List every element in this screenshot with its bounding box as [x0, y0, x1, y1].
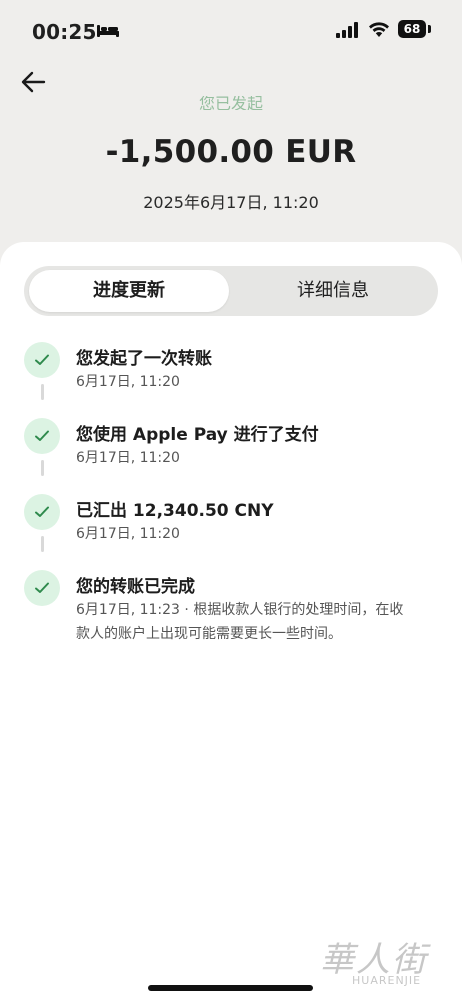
- transfer-datetime: 2025年6月17日, 11:20: [143, 193, 319, 212]
- transfer-amount: -1,500.00 EUR: [105, 134, 357, 170]
- battery-icon: [428, 25, 431, 33]
- check-icon: [24, 494, 60, 530]
- transfer-status-label: 您已发起: [198, 96, 263, 110]
- status-bar: 00:25 68: [0, 0, 462, 60]
- step-timestamp: 6月17日, 11:20: [76, 450, 180, 466]
- step-timestamp-note: 6月17日, 11:23 · 根据收款人银行的处理时间，在收款人的账户上出现可能…: [76, 602, 404, 642]
- check-icon: [24, 418, 60, 454]
- sleep-mode-icon: [97, 25, 119, 37]
- step-timestamp: 6月17日, 11:20: [76, 374, 180, 390]
- back-arrow-icon[interactable]: [18, 66, 50, 98]
- step-title: 已汇出 12,340.50 CNY: [76, 501, 274, 521]
- watermark-en: HUARENJIE: [352, 974, 422, 987]
- tab-progress-updates[interactable]: 进度更新: [29, 270, 229, 312]
- segmented-control: 进度更新 详细信息: [24, 266, 438, 316]
- check-icon: [24, 342, 60, 378]
- timeline-connector: [41, 460, 44, 476]
- battery-level: 68: [398, 20, 426, 38]
- step-timestamp: 6月17日, 11:20: [76, 526, 180, 542]
- check-icon: [24, 570, 60, 606]
- home-indicator[interactable]: [148, 985, 313, 991]
- wifi-icon: [369, 22, 389, 37]
- watermark-logo: 華人街 HUARENJIE: [312, 932, 452, 996]
- step-title: 您使用 Apple Pay 进行了支付: [76, 425, 319, 445]
- timeline-connector: [41, 384, 44, 400]
- timeline-connector: [41, 536, 44, 552]
- step-title: 您的转账已完成: [76, 577, 195, 597]
- tab-details[interactable]: 详细信息: [233, 270, 433, 312]
- cellular-signal-icon: [336, 22, 358, 38]
- details-sheet: 进度更新 详细信息 您发起了一次转账 6月17日, 11:20 您使用 Appl…: [0, 242, 462, 1000]
- step-title: 您发起了一次转账: [76, 349, 212, 369]
- clock: 00:25: [32, 20, 97, 44]
